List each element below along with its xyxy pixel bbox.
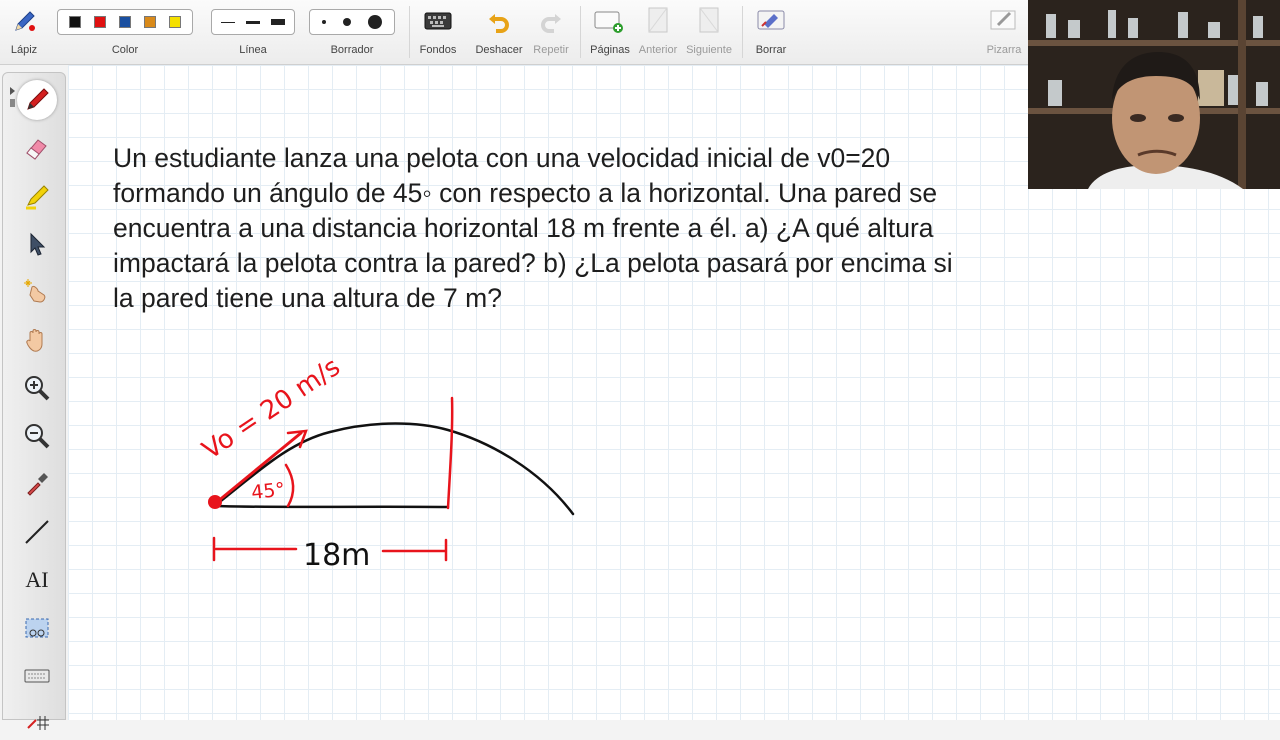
color-swatch-red[interactable] xyxy=(93,16,106,28)
highlighter-icon xyxy=(26,185,49,210)
dimension-line-right xyxy=(381,538,448,562)
highlighter-tool[interactable] xyxy=(17,176,57,216)
keyboard-background-icon xyxy=(424,12,452,30)
hand-icon xyxy=(26,329,43,352)
angle-arc xyxy=(284,463,295,508)
pages-button[interactable]: Páginas xyxy=(584,0,636,64)
next-page-icon xyxy=(699,7,719,33)
launch-point xyxy=(208,495,222,509)
redo-label: Repetir xyxy=(533,44,569,56)
grid-tool[interactable] xyxy=(17,700,57,740)
distance-label: 18m xyxy=(303,538,370,573)
redo-button[interactable]: Repetir xyxy=(528,0,574,64)
problem-line: impactará la pelota contra la pared? b) … xyxy=(113,248,953,278)
pointer-icon xyxy=(30,232,46,256)
clear-button[interactable]: Borrar xyxy=(746,0,796,64)
webcam-overlay xyxy=(1028,0,1280,189)
zoom-in-icon xyxy=(25,376,50,401)
backgrounds-label: Fondos xyxy=(419,44,457,56)
pencil-icon xyxy=(15,11,35,31)
clear-label: Borrar xyxy=(755,44,787,56)
clear-board-icon xyxy=(757,10,785,30)
problem-line: formando un ángulo de 45◦ con respecto a… xyxy=(113,178,938,208)
color-swatch-orange[interactable] xyxy=(144,16,157,28)
select-tool[interactable] xyxy=(17,224,57,264)
line-medium[interactable] xyxy=(245,20,260,24)
problem-line: encuentra a una distancia horizontal 18 … xyxy=(113,213,934,243)
eraser-tool[interactable] xyxy=(17,128,57,168)
color-swatch-black[interactable] xyxy=(68,16,81,28)
eyedropper-icon xyxy=(27,473,48,496)
presenter-video xyxy=(1028,0,1280,189)
wall-line xyxy=(446,396,454,510)
keyboard-icon xyxy=(24,669,50,683)
text-tool[interactable]: AI xyxy=(17,560,57,600)
whiteboard-icon xyxy=(990,10,1016,30)
redo-icon xyxy=(541,14,561,33)
text-tool-icon: AI xyxy=(25,567,49,592)
pencil-tool[interactable]: Lápiz xyxy=(0,0,48,64)
projectile-sketch: 45° Vo = 20 m/s 18m xyxy=(197,352,575,573)
pen-tool[interactable] xyxy=(17,80,57,120)
velocity-label: Vo = 20 m/s xyxy=(197,352,346,466)
pencil-label: Lápiz xyxy=(10,44,38,56)
color-swatch-blue[interactable] xyxy=(118,16,131,28)
add-page-icon xyxy=(594,11,623,33)
eraser-small[interactable] xyxy=(322,20,327,24)
color-label: Color xyxy=(111,44,139,56)
collapse-arrow-icon[interactable] xyxy=(9,85,17,109)
next-page-label: Siguiente xyxy=(686,44,732,56)
toolbar-separator xyxy=(409,6,410,58)
grid-icon xyxy=(27,716,49,730)
screenshot-tool[interactable] xyxy=(17,608,57,648)
undo-button[interactable]: Deshacer xyxy=(472,0,526,64)
problem-line: la pared tiene una altura de 7 m? xyxy=(113,283,502,313)
whiteboard-label: Pizarra xyxy=(986,44,1022,56)
left-toolbar: AI xyxy=(2,72,66,730)
magic-pointer-tool[interactable] xyxy=(17,272,57,312)
eraser-group: Borrador xyxy=(306,0,398,64)
pages-label: Páginas xyxy=(590,44,630,56)
problem-line: Un estudiante lanza una pelota con una v… xyxy=(113,143,891,173)
color-group: Color xyxy=(54,0,196,64)
pen-icon xyxy=(27,88,49,110)
previous-page-icon xyxy=(648,7,668,33)
problem-statement: Un estudiante lanza una pelota con una v… xyxy=(113,141,1113,316)
line-group: Línea xyxy=(208,0,298,64)
zoom-out-tool[interactable] xyxy=(17,416,57,456)
eraser-label: Borrador xyxy=(330,44,374,56)
eraser-medium[interactable] xyxy=(342,18,351,26)
line-label: Línea xyxy=(239,44,267,56)
backgrounds-button[interactable]: Fondos xyxy=(412,0,464,64)
eraser-large[interactable] xyxy=(367,15,382,29)
zoom-out-icon xyxy=(25,424,50,449)
zoom-in-tool[interactable] xyxy=(17,368,57,408)
eraser-icon xyxy=(26,139,47,160)
line-width-picker[interactable] xyxy=(211,9,295,35)
color-picker[interactable] xyxy=(57,9,193,35)
pan-tool[interactable] xyxy=(17,320,57,360)
toolbar-separator xyxy=(580,6,581,58)
line-thin[interactable] xyxy=(221,21,236,23)
magic-pointer-icon xyxy=(24,279,46,303)
next-page-button[interactable]: Siguiente xyxy=(684,0,734,64)
previous-page-label: Anterior xyxy=(638,44,678,56)
undo-label: Deshacer xyxy=(475,44,523,56)
color-swatch-yellow[interactable] xyxy=(169,16,182,28)
undo-icon xyxy=(489,14,509,33)
line-thick[interactable] xyxy=(270,19,285,25)
whiteboard-button[interactable]: Pizarra xyxy=(982,0,1026,64)
angle-label: 45° xyxy=(250,479,286,504)
eyedropper-tool[interactable] xyxy=(17,464,57,504)
toolbar-separator xyxy=(742,6,743,58)
screenshot-icon xyxy=(25,618,49,638)
line-tool[interactable] xyxy=(17,512,57,552)
dimension-line-left xyxy=(212,536,298,562)
previous-page-button[interactable]: Anterior xyxy=(636,0,680,64)
eraser-size-picker[interactable] xyxy=(309,9,395,35)
keyboard-tool[interactable] xyxy=(17,656,57,696)
ground-line xyxy=(215,504,450,509)
line-tool-icon xyxy=(25,520,49,544)
